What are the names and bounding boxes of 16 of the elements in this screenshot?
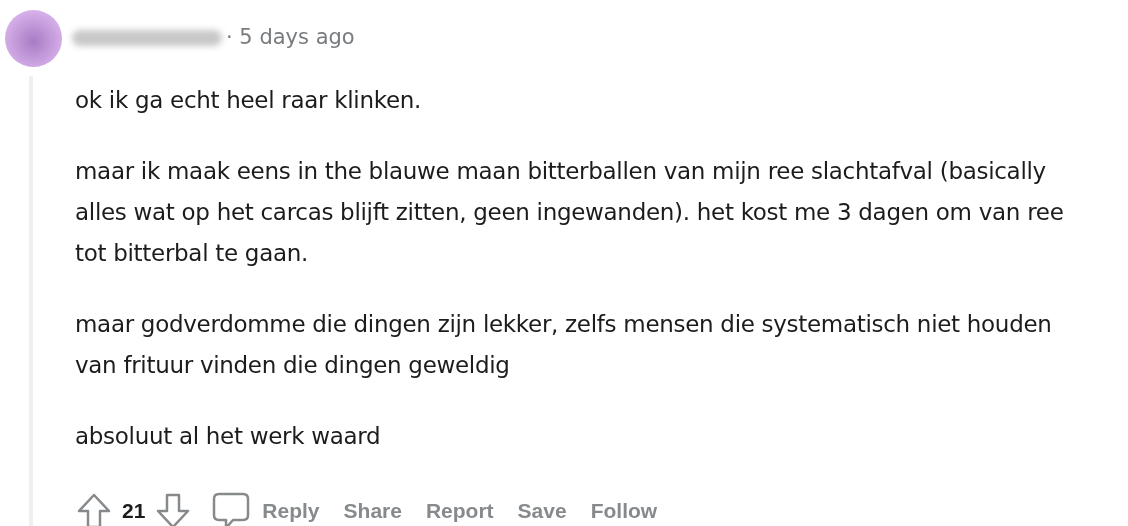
down-arrow-icon	[156, 493, 191, 526]
vote-score: 21	[122, 498, 146, 525]
upvote-button[interactable]	[75, 491, 113, 526]
comment-action-button[interactable]: Share	[343, 495, 402, 526]
comment-icon[interactable]	[212, 492, 251, 526]
comment-paragraph: absoluut al het werk waard	[75, 422, 382, 451]
comment-paragraph: maar ik maak eens in the blauwe maan bitterballen van mijn ree slachtafval (basically alles wat op het carcas blijft zitten, geen ingewanden). het kost me 3 dagen om van ree tot bitterbal te gaan.	[75, 157, 1065, 268]
comment-action-button[interactable]: Report	[425, 495, 494, 526]
comment-time: · 5 days ago	[226, 24, 355, 52]
comment-action-button[interactable]: Reply	[262, 495, 320, 526]
comment-paragraph: ok ik ga echt heel raar klinken.	[75, 86, 423, 115]
comment-paragraph: maar godverdomme die dingen zijn lekker, zelfs mensen die systematisch niet houden van frituur vinden die dingen geweldig	[75, 310, 1053, 380]
avatar	[5, 9, 62, 67]
comment-action-button[interactable]: Follow	[590, 495, 658, 526]
comment-action-button[interactable]: Save	[517, 495, 567, 526]
up-arrow-icon	[77, 493, 111, 526]
